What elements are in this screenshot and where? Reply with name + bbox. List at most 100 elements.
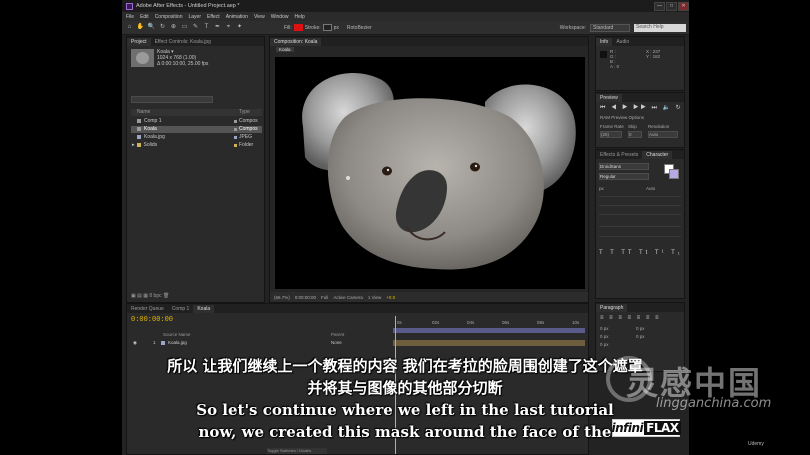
- trash-icon[interactable]: 🗑: [163, 293, 169, 299]
- menu-animation[interactable]: Animation: [226, 14, 248, 20]
- column-name[interactable]: Name: [137, 109, 150, 115]
- column-parent[interactable]: Parent: [331, 332, 344, 337]
- ram-preview-options[interactable]: RAM Preview Options: [600, 115, 644, 120]
- xy-readout: X : 237 Y : 182: [646, 49, 661, 59]
- leading-field[interactable]: Auto: [646, 186, 655, 191]
- column-type[interactable]: Type: [239, 109, 250, 115]
- bit-depth-label[interactable]: 8 bpc: [149, 293, 161, 299]
- indent-right-field[interactable]: 0 px: [636, 326, 645, 331]
- resolution-label: Resolution: [648, 124, 670, 129]
- menu-window[interactable]: Window: [271, 14, 289, 20]
- rotate-tool-icon[interactable]: ↻: [158, 23, 167, 32]
- home-tool-icon[interactable]: ⌂: [125, 23, 134, 32]
- pen-tool-icon[interactable]: ✒: [213, 23, 222, 32]
- tab-effects-presets[interactable]: Effects & Presets: [596, 151, 642, 159]
- type-tool-icon[interactable]: T: [202, 23, 211, 32]
- folder-icon: [136, 142, 141, 147]
- toggle-switches-modes[interactable]: Toggle Switches / Modes: [267, 448, 327, 454]
- close-button[interactable]: ✕: [678, 1, 689, 11]
- menu-help[interactable]: Help: [294, 14, 304, 20]
- brush-tool-icon[interactable]: ✎: [191, 23, 200, 32]
- exposure-value[interactable]: +0.0: [386, 295, 395, 300]
- new-comp-icon[interactable]: ▦: [143, 293, 148, 299]
- comp-subtab-koala[interactable]: Koala: [276, 47, 294, 52]
- font-style-dropdown[interactable]: Regular: [599, 173, 649, 180]
- tab-composition-koala[interactable]: Composition: Koala: [270, 38, 322, 46]
- menu-effect[interactable]: Effect: [207, 14, 220, 20]
- magnification-dropdown[interactable]: (66.7%): [274, 295, 290, 300]
- tab-character[interactable]: Character: [642, 151, 673, 159]
- workspace-dropdown[interactable]: Standard: [590, 23, 630, 32]
- project-item-comp-1[interactable]: Comp 1 Compos: [131, 118, 262, 125]
- tab-project[interactable]: Project: [127, 38, 151, 46]
- preview-transport-controls[interactable]: ⏮ ◀ ▶ ▶▶ ⏭ 🔈 ↻: [600, 104, 683, 112]
- font-size-field[interactable]: px: [599, 186, 604, 191]
- tab-effect-controls[interactable]: Effect Controls: Koala.jpg: [151, 38, 215, 46]
- tools-toolbar: ⌂ ✋ 🔍 ↻ ⊕ ▭ ✎ T ✒ ⌖ ✦ Fill: Stroke: px R…: [122, 21, 689, 35]
- parent-dropdown[interactable]: None: [331, 340, 342, 345]
- maximize-button[interactable]: □: [666, 1, 677, 11]
- hand-tool-icon[interactable]: ✋: [136, 23, 145, 32]
- font-family-dropdown[interactable]: DroidSans: [599, 163, 649, 170]
- frame-rate-dropdown[interactable]: (25): [600, 131, 622, 138]
- camera-dropdown[interactable]: Active Camera: [333, 295, 363, 300]
- zoom-tool-icon[interactable]: 🔍: [147, 23, 156, 32]
- first-line-indent-field[interactable]: 0 px: [600, 342, 609, 347]
- watermark: 灵感中国 lingganchina.com: [606, 352, 796, 412]
- puppet-tool-icon[interactable]: ⌖: [224, 23, 233, 32]
- tab-paragraph[interactable]: Paragraph: [596, 304, 628, 312]
- rotobezier-checkbox-label[interactable]: RotoBezier: [347, 25, 372, 31]
- timeline-current-time[interactable]: 0:00:00:00: [131, 316, 173, 324]
- mouse-cursor: [346, 176, 350, 180]
- menu-layer[interactable]: Layer: [188, 14, 201, 20]
- workspace-label: Workspace:: [559, 24, 586, 31]
- search-help-input[interactable]: Search Help: [634, 23, 686, 32]
- menu-file[interactable]: File: [126, 14, 134, 20]
- project-item-koala[interactable]: Koala Compos: [131, 126, 262, 133]
- roto-tool-icon[interactable]: ✦: [235, 23, 244, 32]
- space-before-field[interactable]: 0 px: [600, 334, 609, 339]
- watermark-url-text: lingganchina.com: [656, 396, 772, 411]
- menu-view[interactable]: View: [254, 14, 265, 20]
- resolution-dropdown[interactable]: Auto: [648, 131, 678, 138]
- minimize-button[interactable]: —: [654, 1, 665, 11]
- visibility-icon[interactable]: ◉: [133, 340, 137, 346]
- interpret-footage-icon[interactable]: ▣: [131, 293, 136, 299]
- current-time-display[interactable]: 0:00:00:00: [295, 295, 316, 300]
- composition-viewer[interactable]: [275, 57, 585, 289]
- subtitle-english-line-2: now, we created this mask around the fac…: [198, 423, 612, 441]
- layer-row[interactable]: ◉ 1 Koala.jpg None: [131, 340, 391, 346]
- stroke-color-swatch[interactable]: [669, 169, 679, 179]
- tab-preview[interactable]: Preview: [596, 94, 622, 102]
- new-folder-icon[interactable]: ▤: [137, 293, 142, 299]
- project-item-solids[interactable]: ▸ Solids Folder: [131, 142, 262, 149]
- skip-field[interactable]: 0: [628, 131, 642, 138]
- tab-audio[interactable]: Audio: [612, 38, 633, 46]
- tab-render-queue[interactable]: Render Queue: [127, 305, 168, 313]
- tab-info[interactable]: Info: [596, 38, 613, 46]
- space-after-field[interactable]: 0 px: [636, 334, 645, 339]
- skip-label: Skip: [628, 124, 637, 129]
- view-layout-dropdown[interactable]: 1 View: [368, 295, 381, 300]
- footage-icon: [161, 341, 165, 345]
- work-area-bar[interactable]: [393, 328, 585, 333]
- project-item-koala-jpg[interactable]: Koala.jpg JPEG: [131, 134, 262, 141]
- color-preview-swatch: [600, 51, 607, 58]
- alignment-buttons[interactable]: ≡ ≡ ≡ ≡ ≡ ≡ ≡: [600, 315, 661, 321]
- stroke-swatch[interactable]: [322, 24, 332, 31]
- expand-arrow-icon[interactable]: ▸: [132, 142, 135, 148]
- layer-duration-bar[interactable]: [393, 340, 585, 346]
- layer-name[interactable]: Koala.jpg: [168, 340, 187, 345]
- column-source-name[interactable]: Source Name: [163, 332, 191, 337]
- resolution-dropdown[interactable]: Full: [321, 295, 328, 300]
- project-search-input[interactable]: [131, 96, 213, 103]
- menu-edit[interactable]: Edit: [140, 14, 149, 20]
- camera-tool-icon[interactable]: ⊕: [169, 23, 178, 32]
- indent-left-field[interactable]: 0 px: [600, 326, 609, 331]
- rectangle-tool-icon[interactable]: ▭: [180, 23, 189, 32]
- menu-composition[interactable]: Composition: [155, 14, 183, 20]
- fill-swatch[interactable]: [293, 24, 303, 31]
- tab-comp-1[interactable]: Comp 1: [168, 305, 194, 313]
- text-style-buttons[interactable]: T T TT Tt T¹ T₁: [599, 250, 683, 256]
- tab-koala[interactable]: Koala: [193, 305, 215, 313]
